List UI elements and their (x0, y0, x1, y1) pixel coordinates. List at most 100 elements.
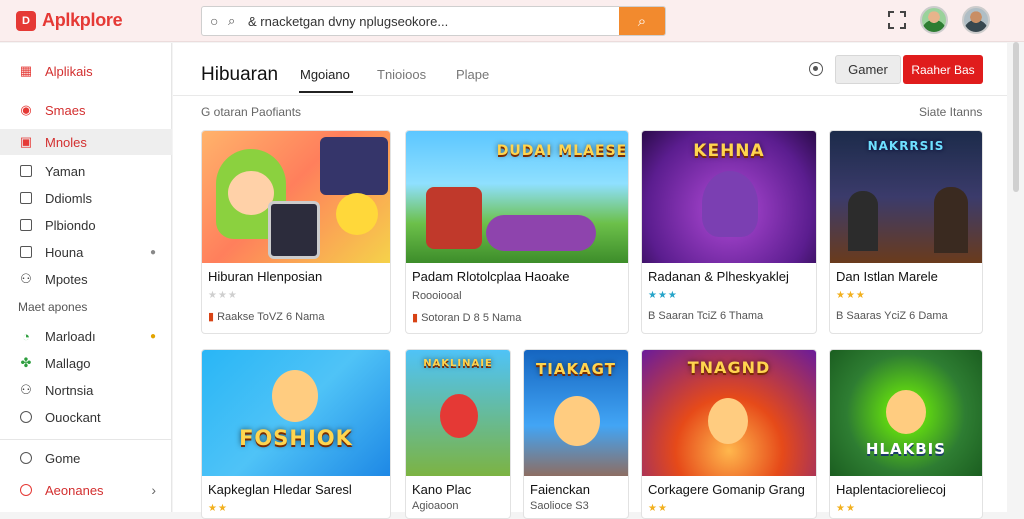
app-thumbnail: TNAGND (642, 350, 816, 476)
sidebar-section-heading: Maet apones (18, 300, 88, 314)
section-link[interactable]: Siate Itanns (919, 105, 982, 119)
section-label: G otaran Paofiants (201, 105, 302, 119)
sidebar-item-movies[interactable]: ▣ Mnoles (0, 129, 172, 155)
active-tab-indicator (299, 91, 353, 93)
film-icon: ▣ (19, 134, 33, 149)
thumbnail-title: HLAKBIS (865, 440, 947, 458)
rating-stars: ★★ (648, 503, 668, 514)
tab-0[interactable]: Mgoiano (300, 67, 350, 82)
primary-button[interactable]: Raaher Bas (903, 55, 983, 84)
app-card[interactable]: NAKRRSIS Dan Istlan Marele ★★★ B Saaras … (829, 130, 983, 334)
magnifier-icon: ⌕ (637, 12, 647, 30)
sidebar-item-label: Mpotes (45, 271, 88, 287)
tab-2[interactable]: Plape (456, 67, 489, 82)
app-card[interactable]: TNAGND Corkagere Gomanip Grang ★★ (641, 349, 817, 519)
sidebar-item-label: Marloadı (45, 328, 96, 344)
secondary-button[interactable]: Gamer (835, 55, 901, 84)
app-card[interactable]: FOSHIOK Kapkeglan Hledar Saresl ★★ (201, 349, 391, 519)
app-meta: ▮ Sotoran D 8 5 Nama (412, 312, 522, 324)
app-subtitle: Roooiooal (412, 290, 462, 302)
circle-icon (18, 409, 34, 425)
sidebar-item-apps[interactable]: ▦ Alplikais (0, 58, 172, 84)
app-subtitle: Saolioce S3 (530, 500, 589, 512)
sidebar-item-6[interactable]: Houna ● (0, 239, 172, 265)
app-thumbnail: NAKLINAIE (406, 350, 510, 476)
app-card[interactable]: KEHNA Radanan & Plheskyaklej ★★★ B Saara… (641, 130, 817, 334)
main-content: Hibuaran Mgoiano Tnioioos Plape Gamer Ra… (173, 43, 1007, 519)
sidebar-item-label: Alplikais (45, 63, 93, 79)
search-icon: ○ (210, 13, 219, 29)
top-bar: D Aplkplore ○ ⌕ ⌕ (0, 0, 1024, 42)
rating-stars: ★★★ (208, 290, 238, 301)
sidebar: ▦ Alplikais ◉ Smaes ▣ Mnoles Yaman Ddiom… (0, 43, 172, 512)
avatar[interactable] (962, 6, 990, 34)
sidebar-item-5[interactable]: Plbiondo (0, 212, 172, 238)
sidebar-item-label: Plbiondo (45, 217, 96, 233)
people-icon: ⚇ (20, 382, 32, 397)
sidebar-item-library[interactable]: ✤ Mallago (0, 350, 172, 376)
app-meta: ▮ Raakse ToVZ 6 Nama (208, 311, 325, 323)
sidebar-item-label: Mallago (45, 355, 91, 371)
app-grid-icon: ▦ (19, 63, 33, 78)
circle-icon (18, 450, 34, 466)
square-icon (18, 217, 34, 233)
sidebar-item-3[interactable]: Yaman (0, 158, 172, 184)
scrollbar[interactable] (1013, 42, 1019, 192)
qr-scan-icon[interactable] (888, 11, 906, 29)
sidebar-item-label: Houna (45, 244, 84, 260)
gamepad-icon: ◉ (20, 102, 32, 117)
app-thumbnail (202, 131, 390, 263)
status-dot: ● (149, 330, 156, 342)
app-card[interactable]: NAKLINAIE Kano Plac Agioaoon (405, 349, 511, 519)
search-input[interactable] (244, 13, 619, 29)
rating-stars: ★★ (208, 503, 228, 514)
app-title: Corkagere Gomanip Grang (648, 482, 805, 497)
search-button[interactable]: ⌕ (619, 7, 665, 35)
search-bar: ○ ⌕ ⌕ (201, 6, 666, 36)
sidebar-item-account[interactable]: Ouockant (0, 404, 172, 430)
tab-1[interactable]: Tnioioos (377, 67, 426, 82)
app-card[interactable]: Hiburan Hlenposian ★★★ ▮ Raakse ToVZ 6 Na… (201, 130, 391, 334)
logo[interactable]: D Aplkplore (16, 10, 123, 31)
square-icon (18, 190, 34, 206)
app-thumbnail: FOSHIOK (202, 350, 390, 476)
sidebar-item-home[interactable]: Gome (0, 445, 172, 471)
sidebar-item-label: Ouockant (45, 409, 101, 425)
sidebar-item-label: Yaman (45, 163, 86, 179)
sidebar-item-7[interactable]: ⚇ Mpotes (0, 266, 172, 292)
sidebar-item-downloads[interactable]: ◔ Marloadı ● (0, 323, 172, 349)
search-icon: ⌕ (228, 13, 236, 28)
people-icon: ⚇ (20, 271, 32, 286)
app-title: Haplentacioreliecoj (836, 482, 946, 497)
target-icon[interactable] (809, 62, 823, 76)
avatar[interactable] (920, 6, 948, 34)
rating-stars: ★★★ (648, 290, 678, 301)
red-circle-icon (18, 482, 34, 498)
app-title: Kano Plac (412, 482, 472, 497)
app-card[interactable]: TIAKAGT Faienckan Saolioce S3 (523, 349, 629, 519)
app-card[interactable]: HLAKBIS Haplentacioreliecoj ★★ (829, 349, 983, 519)
app-card[interactable]: DUDAI MLAESE Padam Rlotolcplaa Haoake Ro… (405, 130, 629, 334)
sidebar-item-games[interactable]: ◉ Smaes (0, 97, 172, 123)
rating-stars: ★★ (836, 503, 856, 514)
app-thumbnail: DUDAI MLAESE (406, 131, 628, 263)
app-meta: B Saaras YciZ 6 Dama (836, 310, 948, 322)
sidebar-item-settings[interactable]: Aeonanes › (0, 477, 172, 503)
chevron-right-icon: › (151, 482, 156, 498)
sidebar-item-label: Aeonanes (45, 482, 104, 498)
sidebar-item-community[interactable]: ⚇ Nortnsia (0, 377, 172, 403)
status-dot: ● (149, 246, 156, 258)
rating-stars: ★★★ (836, 290, 866, 301)
app-thumbnail: HLAKBIS (830, 350, 982, 476)
square-icon (18, 163, 34, 179)
thumbnail-title: TIAKAGT (536, 360, 616, 378)
app-subtitle: Agioaoon (412, 500, 459, 512)
divider (173, 95, 1007, 96)
sidebar-item-label: Ddiomls (45, 190, 92, 206)
thumbnail-title: NAKRRSIS (867, 139, 945, 153)
sidebar-item-label: Gome (45, 450, 81, 466)
sidebar-item-label: Smaes (45, 102, 86, 118)
page-title: Hibuaran (201, 64, 279, 85)
divider (0, 439, 172, 440)
sidebar-item-4[interactable]: Ddiomls (0, 185, 172, 211)
